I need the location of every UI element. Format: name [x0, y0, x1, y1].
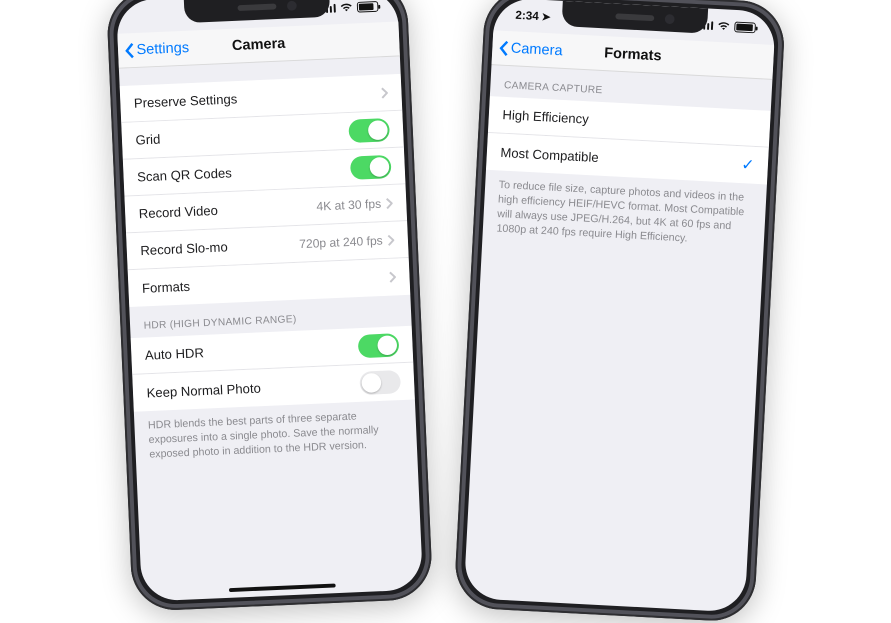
toggle-scan-qr[interactable]	[349, 154, 391, 179]
row-label: Most Compatible	[500, 145, 599, 165]
row-label: Keep Normal Photo	[146, 380, 261, 400]
settings-list[interactable]: Preserve Settings Grid Scan QR Codes Rec…	[118, 56, 422, 601]
row-label: Preserve Settings	[133, 92, 237, 111]
chevron-right-icon	[387, 271, 395, 283]
chevron-right-icon	[386, 234, 394, 246]
chevron-left-icon	[497, 39, 509, 57]
time-text: 2:34	[515, 8, 539, 23]
row-label: Auto HDR	[144, 346, 204, 363]
formats-footnote: To reduce file size, capture photos and …	[482, 170, 766, 250]
back-button[interactable]: Camera	[497, 31, 563, 68]
nav-title: Camera	[231, 35, 285, 54]
hdr-footnote: HDR blends the best parts of three separ…	[133, 399, 416, 462]
back-label: Camera	[510, 40, 563, 59]
chevron-left-icon	[123, 41, 134, 59]
row-label: Formats	[141, 279, 190, 296]
wifi-icon	[339, 2, 353, 12]
row-label: Record Video	[138, 203, 218, 221]
nav-title: Formats	[603, 45, 661, 64]
row-label: High Efficiency	[502, 107, 589, 126]
screen-formats: 2:34 ➤ Camera Formats CAMERA CAPTURE	[463, 0, 775, 613]
phone-right: 2:34 ➤ Camera Formats CAMERA CAPTURE	[453, 0, 786, 623]
row-label: Record Slo-mo	[140, 240, 228, 258]
back-button[interactable]: Settings	[123, 31, 190, 68]
status-time: 2:34 ➤	[515, 8, 551, 23]
toggle-grid[interactable]	[348, 118, 390, 143]
back-label: Settings	[136, 39, 189, 58]
formats-list[interactable]: CAMERA CAPTURE High Efficiency Most Comp…	[463, 65, 772, 612]
chevron-right-icon	[379, 87, 387, 99]
battery-icon	[356, 1, 378, 13]
battery-icon	[734, 21, 756, 33]
toggle-auto-hdr[interactable]	[357, 333, 399, 358]
row-value: 720p at 240 fps	[298, 233, 382, 250]
row-value: 4K at 30 fps	[316, 197, 381, 213]
screen-camera: Settings Camera Preserve Settings Grid S…	[115, 0, 422, 602]
phone-left: Settings Camera Preserve Settings Grid S…	[105, 0, 432, 612]
location-icon: ➤	[541, 10, 551, 23]
wifi-icon	[716, 21, 730, 31]
row-label: Scan QR Codes	[136, 166, 231, 185]
row-label: Grid	[135, 132, 160, 148]
toggle-keep-normal[interactable]	[359, 370, 401, 395]
checkmark-icon: ✓	[740, 155, 754, 175]
chevron-right-icon	[384, 197, 392, 209]
